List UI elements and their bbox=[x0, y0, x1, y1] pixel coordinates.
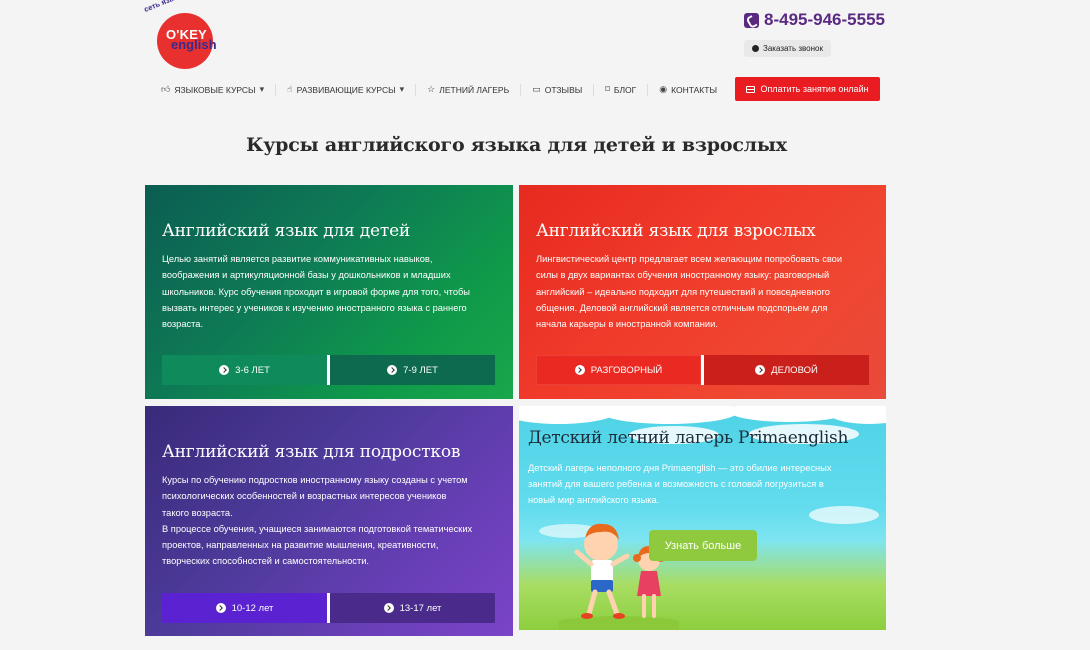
text-line: В процессе обучения, учащиеся занимаются… bbox=[162, 523, 473, 534]
button-label: 3-6 ЛЕТ bbox=[235, 364, 270, 376]
nav-label: РАЗВИВАЮЩИЕ КУРСЫ bbox=[296, 84, 396, 95]
button-label: РАЗГОВОРНЫЙ bbox=[590, 364, 663, 376]
card-description: Курсы по обучению подростков иностранном… bbox=[162, 472, 472, 570]
caret-down-icon: ▾ bbox=[259, 84, 265, 94]
card-description: Детский лагерь неполного дня Primaenglis… bbox=[528, 460, 858, 508]
nav-label: ОТЗЫВЫ bbox=[544, 84, 583, 95]
card-summer-camp[interactable]: Детский летний лагерь Primaenglish Детск… bbox=[519, 406, 886, 630]
chevron-circle-icon bbox=[215, 603, 226, 613]
phone-icon bbox=[744, 12, 759, 28]
nav-label: БЛОГ bbox=[613, 84, 637, 95]
text-line: Целью занятий является развитие коммуник… bbox=[162, 254, 433, 264]
text-line: общения. Деловой английский является отл… bbox=[536, 302, 828, 313]
age-7-9-button[interactable]: 7-9 ЛЕТ bbox=[330, 355, 495, 385]
text-line: силы в двух вариантах обучения иностранн… bbox=[536, 270, 830, 281]
text-line: воображения и артикуляционной базы у дош… bbox=[162, 270, 451, 281]
nav-item-language-courses[interactable]: 👍︎ ЯЗЫКОВЫЕ КУРСЫ ▾ bbox=[150, 83, 277, 96]
chevron-circle-icon bbox=[383, 603, 394, 613]
button-label: 7-9 ЛЕТ bbox=[403, 364, 438, 376]
pay-online-label: Оплатить занятия онлайн bbox=[760, 84, 869, 94]
nav-item-blog[interactable]: ⌑ БЛОГ bbox=[594, 83, 649, 96]
nav-label: ЯЗЫКОВЫЕ КУРСЫ bbox=[174, 84, 256, 95]
text-line: психологических особенностей и возрастны… bbox=[162, 491, 447, 502]
comment-icon: ▭ bbox=[532, 84, 541, 94]
text-line: начала карьеры в иностранной компании. bbox=[536, 319, 718, 330]
cloud-illustration bbox=[809, 506, 879, 524]
caret-down-icon: ▾ bbox=[399, 84, 405, 94]
button-label: 10-12 лет bbox=[231, 602, 274, 614]
nav-item-contacts[interactable]: ◉ КОНТАКТЫ bbox=[648, 84, 728, 96]
card-teens: Английский язык для подростков Курсы по … bbox=[145, 406, 513, 636]
nav-item-reviews[interactable]: ▭ ОТЗЫВЫ bbox=[521, 83, 595, 96]
cloud-illustration bbox=[599, 406, 739, 424]
cloud-illustration bbox=[829, 406, 886, 424]
chevron-circle-icon bbox=[574, 365, 585, 375]
nav-label: КОНТАКТЫ bbox=[671, 84, 717, 95]
main-nav: 👍︎ ЯЗЫКОВЫЕ КУРСЫ ▾ ☝︎ РАЗВИВАЮЩИЕ КУРСЫ… bbox=[150, 77, 728, 102]
nav-label: ЛЕТНИЙ ЛАГЕРЬ bbox=[439, 84, 510, 95]
card-title: Детский летний лагерь Primaenglish bbox=[528, 428, 849, 448]
button-row: 3-6 ЛЕТ 7-9 ЛЕТ bbox=[162, 355, 495, 385]
chevron-circle-icon bbox=[219, 365, 230, 375]
text-line: Лингвистический центр предлагает всем же… bbox=[536, 254, 843, 264]
card-title: Английский язык для детей bbox=[162, 221, 411, 241]
text-line: школьников. Курс обучения проходит в игр… bbox=[162, 286, 470, 297]
text-line: вызвать интерес у учеников к изучению ин… bbox=[162, 302, 467, 313]
age-3-6-button[interactable]: 3-6 ЛЕТ bbox=[162, 355, 327, 385]
card-kids: Английский язык для детей Целью занятий … bbox=[145, 185, 513, 399]
phone-link[interactable]: 8-495-946-5555 bbox=[744, 9, 885, 31]
conversational-button[interactable]: РАЗГОВОРНЫЙ bbox=[536, 355, 701, 385]
age-13-17-button[interactable]: 13-17 лет bbox=[330, 593, 495, 623]
nav-item-summer-camp[interactable]: ☆ ЛЕТНИЙ ЛАГЕРЬ bbox=[416, 83, 522, 96]
callback-label: Заказать звонок bbox=[763, 44, 823, 53]
text-line: Детский лагерь неполного дня Primaenglis… bbox=[528, 463, 832, 473]
eye-icon: ◉ bbox=[659, 84, 668, 94]
callback-button[interactable]: Заказать звонок bbox=[744, 40, 831, 57]
button-row: 10-12 лет 13-17 лет bbox=[162, 593, 495, 623]
text-line: Курсы по обучению подростков иностранном… bbox=[162, 475, 468, 485]
star-icon: ☆ bbox=[427, 84, 436, 94]
card-description: Целью занятий является развитие коммуник… bbox=[162, 251, 470, 332]
phone-number: 8-495-946-5555 bbox=[764, 10, 885, 29]
page-title: Курсы английского языка для детей и взро… bbox=[246, 134, 787, 156]
button-row: РАЗГОВОРНЫЙ ДЕЛОВОЙ bbox=[536, 355, 869, 385]
text-line: новый мир английского языка. bbox=[528, 495, 660, 505]
text-line: проектов, направленных на развитие мышле… bbox=[162, 540, 439, 551]
chevron-circle-icon bbox=[387, 365, 398, 375]
logo-tagline: сеть языковых центров bbox=[143, 0, 229, 14]
card-title: Английский язык для подростков bbox=[162, 442, 461, 462]
chevron-circle-icon bbox=[755, 365, 766, 375]
card-title: Английский язык для взрослых bbox=[536, 221, 816, 241]
credit-card-icon bbox=[746, 85, 756, 93]
logo[interactable]: сеть языковых центров O'KEY english bbox=[143, 0, 233, 70]
text-line: творческих способностей и самостоятельно… bbox=[162, 556, 369, 567]
age-10-12-button[interactable]: 10-12 лет bbox=[162, 593, 327, 623]
pay-online-button[interactable]: Оплатить занятия онлайн bbox=[735, 77, 880, 101]
text-line: такого возраста. bbox=[162, 507, 233, 518]
logo-english: english bbox=[171, 37, 217, 52]
business-button[interactable]: ДЕЛОВОЙ bbox=[704, 355, 869, 385]
thumbs-up-icon: 👍︎ bbox=[161, 84, 171, 94]
card-description: Лингвистический центр предлагает всем же… bbox=[536, 251, 842, 332]
button-label: 13-17 лет bbox=[399, 602, 442, 614]
learn-more-button[interactable]: Узнать больше bbox=[649, 530, 757, 561]
button-label: ДЕЛОВОЙ bbox=[771, 364, 818, 376]
bookmark-icon: ⌑ bbox=[605, 84, 610, 94]
chevron-circle-icon bbox=[752, 45, 760, 52]
text-line: занятий для вашего ребенка и возможность… bbox=[528, 479, 824, 489]
nav-item-developing-courses[interactable]: ☝︎ РАЗВИВАЮЩИЕ КУРСЫ ▾ bbox=[276, 83, 417, 96]
hand-pointer-icon: ☝︎ bbox=[287, 84, 293, 94]
text-line: английский – идеально подходит для путеш… bbox=[536, 286, 830, 297]
text-line: возраста. bbox=[162, 319, 204, 330]
card-adults: Английский язык для взрослых Лингвистиче… bbox=[519, 185, 886, 399]
